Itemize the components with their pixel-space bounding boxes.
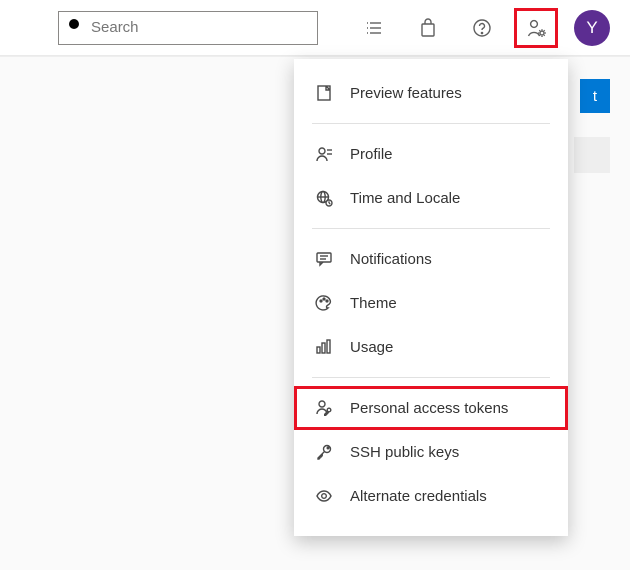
menu-separator: [312, 377, 550, 378]
menu-separator: [312, 123, 550, 124]
menu-item-alternate-credentials[interactable]: Alternate credentials: [294, 474, 568, 518]
person-key-icon: [314, 398, 334, 418]
menu-item-usage[interactable]: Usage: [294, 325, 568, 369]
menu-separator: [312, 228, 550, 229]
marketplace-icon[interactable]: [406, 8, 450, 48]
new-project-button-peek[interactable]: t: [580, 79, 610, 113]
user-settings-button[interactable]: [514, 8, 558, 48]
globe-icon: [314, 188, 334, 208]
profile-icon: [314, 144, 334, 164]
work-items-icon[interactable]: [352, 8, 396, 48]
search-input[interactable]: [91, 19, 309, 36]
menu-item-theme[interactable]: Theme: [294, 281, 568, 325]
menu-label: Preview features: [350, 85, 462, 102]
preview-icon: [314, 83, 334, 103]
search-icon: [67, 17, 83, 38]
menu-item-notifications[interactable]: Notifications: [294, 237, 568, 281]
menu-label: Personal access tokens: [350, 400, 508, 417]
menu-item-time-locale[interactable]: Time and Locale: [294, 176, 568, 220]
menu-item-personal-access-tokens[interactable]: Personal access tokens: [294, 386, 568, 430]
user-settings-menu: Preview features Profile Time and Locale…: [294, 59, 568, 536]
eye-icon: [314, 486, 334, 506]
menu-item-preview-features[interactable]: Preview features: [294, 71, 568, 115]
menu-label: Usage: [350, 339, 393, 356]
bar-chart-icon: [314, 337, 334, 357]
menu-label: SSH public keys: [350, 444, 459, 461]
menu-item-ssh-keys[interactable]: SSH public keys: [294, 430, 568, 474]
menu-label: Theme: [350, 295, 397, 312]
menu-item-profile[interactable]: Profile: [294, 132, 568, 176]
help-icon[interactable]: [460, 8, 504, 48]
avatar[interactable]: Y: [574, 10, 610, 46]
search-box[interactable]: [58, 11, 318, 45]
menu-label: Time and Locale: [350, 190, 460, 207]
menu-label: Profile: [350, 146, 393, 163]
palette-icon: [314, 293, 334, 313]
key-icon: [314, 442, 334, 462]
chat-icon: [314, 249, 334, 269]
top-bar: Y: [0, 0, 630, 56]
page-content: t Preview features Profile Time and Loca…: [0, 56, 630, 570]
menu-label: Alternate credentials: [350, 488, 487, 505]
panel-peek: [574, 137, 610, 173]
menu-label: Notifications: [350, 251, 432, 268]
